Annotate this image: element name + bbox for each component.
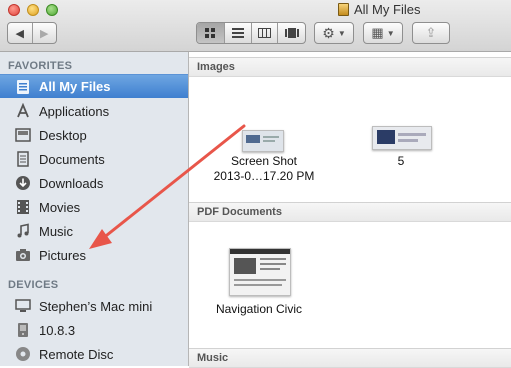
annotation-arrow (89, 124, 246, 249)
